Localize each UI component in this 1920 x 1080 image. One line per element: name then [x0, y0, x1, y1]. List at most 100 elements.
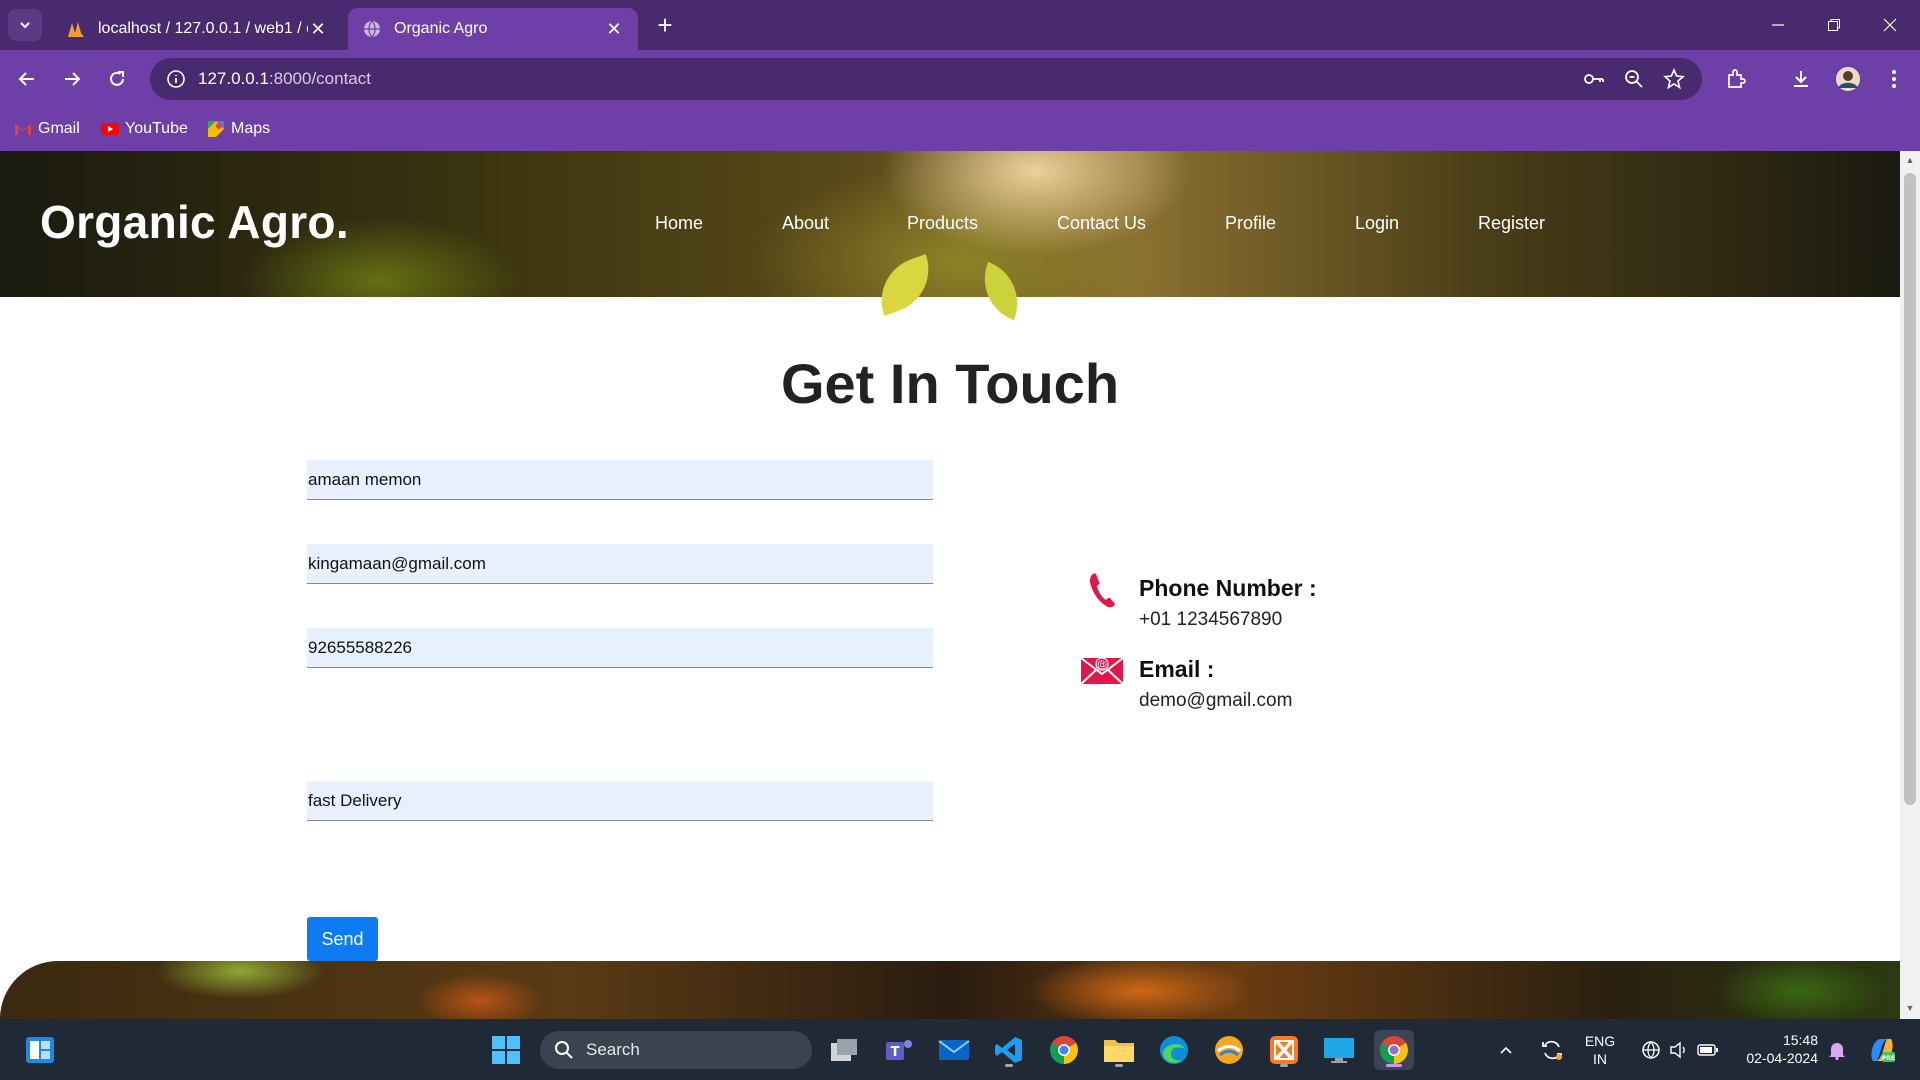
file-explorer-icon[interactable] [1099, 1030, 1139, 1070]
bookmark-label: Maps [231, 120, 271, 137]
chevron-up-icon[interactable] [1492, 1030, 1520, 1070]
chrome-icon[interactable] [1044, 1030, 1084, 1070]
globe-icon [362, 19, 382, 39]
teams-icon[interactable]: T [879, 1030, 919, 1070]
battery-icon [1697, 1043, 1719, 1057]
language-indicator[interactable]: ENG IN [1578, 1032, 1622, 1068]
search-icon [554, 1040, 574, 1060]
close-icon[interactable]: ✕ [604, 19, 624, 40]
desktop-app-icon[interactable] [1319, 1030, 1359, 1070]
bookmark-star-icon[interactable] [1662, 67, 1686, 91]
email-field[interactable]: kingamaan@gmail.com [307, 544, 933, 584]
chevron-down-icon [20, 22, 30, 29]
name-field[interactable]: amaan memon [307, 460, 933, 500]
maps-icon [207, 120, 225, 138]
restore-icon [1828, 19, 1840, 31]
extensions-icon[interactable] [1720, 63, 1752, 95]
nav-home[interactable]: Home [655, 213, 703, 234]
svg-text:T: T [891, 1045, 900, 1060]
task-view-icon[interactable] [824, 1030, 864, 1070]
volume-icon [1669, 1040, 1689, 1060]
arrow-right-icon [65, 72, 81, 86]
network-globe-icon [1641, 1040, 1661, 1060]
download-icon[interactable] [1785, 63, 1817, 95]
gmail-icon [14, 120, 32, 138]
bookmark-youtube[interactable]: YouTube [101, 116, 188, 142]
url-host: 127.0.0.1 [198, 69, 269, 88]
svg-text:PRE: PRE [1882, 1055, 1895, 1062]
phone-icon [1086, 570, 1120, 610]
chrome-active-icon[interactable] [1374, 1030, 1414, 1070]
nav-products[interactable]: Products [907, 213, 978, 234]
notification-bell-icon[interactable] [1824, 1030, 1850, 1070]
zoom-icon[interactable] [1622, 67, 1646, 91]
minimize-icon [1772, 24, 1784, 26]
copilot-icon[interactable]: PRE [1862, 1030, 1902, 1070]
profile-avatar[interactable] [1832, 63, 1864, 95]
browser-toolbar: 127.0.0.1:8000/contact [0, 50, 1920, 108]
url-path: :8000/contact [268, 69, 371, 88]
tab-search-button[interactable] [8, 9, 42, 41]
xampp-icon[interactable] [1264, 1030, 1304, 1070]
youtube-icon [101, 120, 119, 138]
nav-profile[interactable]: Profile [1225, 213, 1276, 234]
tab-phpmyadmin[interactable]: localhost / 127.0.0.1 / web1 / or ✕ [52, 8, 342, 50]
url-text: 127.0.0.1:8000/contact [198, 69, 371, 89]
footer-banner [0, 961, 1900, 1019]
email-icon: @ [1080, 654, 1124, 686]
page-title: Get In Touch [780, 352, 1120, 415]
xampp-control-icon[interactable] [1209, 1030, 1249, 1070]
running-indicator [1005, 1064, 1013, 1067]
send-button[interactable]: Send [307, 917, 378, 961]
browser-tab-strip: localhost / 127.0.0.1 / web1 / or ✕ Orga… [0, 0, 1920, 50]
widgets-icon[interactable] [20, 1030, 60, 1070]
bookmark-maps[interactable]: Maps [207, 116, 270, 142]
mail-icon[interactable] [934, 1030, 974, 1070]
site-logo[interactable]: Organic Agro. [40, 195, 349, 249]
scroll-down-arrow-icon[interactable]: ▼ [1904, 1003, 1916, 1015]
minimize-button[interactable] [1750, 0, 1806, 50]
email-label: Email : [1139, 656, 1215, 682]
tab-organic-agro[interactable]: Organic Agro ✕ [348, 8, 638, 50]
phone-value: +01 1234567890 [1139, 609, 1283, 630]
page-scrollbar[interactable]: ▲ ▼ [1900, 151, 1920, 1019]
bookmark-label: Gmail [38, 120, 80, 137]
address-bar[interactable]: 127.0.0.1:8000/contact [150, 58, 1702, 100]
window-close-button[interactable] [1862, 0, 1918, 50]
bookmarks-bar: Gmail YouTube Maps [0, 108, 1920, 151]
taskbar: Search T ENG IN 15:48 02-04-2024 PRE [0, 1019, 1920, 1080]
clock-time: 15:48 [1782, 1032, 1818, 1048]
vscode-icon[interactable] [989, 1030, 1029, 1070]
web-page: Organic Agro. Home About Products Contac… [0, 151, 1900, 1019]
email-value: demo@gmail.com [1139, 690, 1293, 711]
edge-icon[interactable] [1154, 1030, 1194, 1070]
site-info-icon[interactable] [154, 69, 198, 89]
tab-title: localhost / 127.0.0.1 / web1 / or [98, 20, 308, 37]
nav-about[interactable]: About [782, 213, 829, 234]
bookmark-gmail[interactable]: Gmail [14, 116, 80, 142]
menu-kebab-icon[interactable] [1878, 63, 1910, 95]
nav-login[interactable]: Login [1355, 213, 1399, 234]
close-icon[interactable]: ✕ [308, 19, 328, 40]
leaf-decoration [972, 261, 1030, 321]
taskbar-search[interactable]: Search [540, 1031, 812, 1069]
phone-field[interactable]: 92655588226 [307, 628, 933, 668]
nav-register[interactable]: Register [1478, 213, 1545, 234]
clock[interactable]: 15:48 02-04-2024 [1732, 1031, 1818, 1067]
message-field[interactable]: fast Delivery [307, 781, 933, 821]
restore-button[interactable] [1806, 0, 1862, 50]
forward-button[interactable] [55, 62, 89, 96]
windows-start-icon[interactable] [486, 1030, 526, 1070]
running-indicator [1115, 1064, 1123, 1067]
scroll-up-arrow-icon[interactable]: ▲ [1904, 155, 1916, 167]
scrollbar-thumb[interactable] [1904, 173, 1916, 805]
nav-contact-us[interactable]: Contact Us [1057, 213, 1146, 234]
password-key-icon[interactable] [1582, 67, 1606, 91]
search-label: Search [586, 1040, 640, 1059]
reload-button[interactable] [100, 62, 134, 96]
new-tab-button[interactable]: + [650, 10, 680, 40]
sync-icon[interactable] [1534, 1030, 1570, 1070]
phpmyadmin-icon [66, 19, 86, 39]
quick-settings[interactable] [1630, 1030, 1730, 1070]
back-button[interactable] [10, 62, 44, 96]
